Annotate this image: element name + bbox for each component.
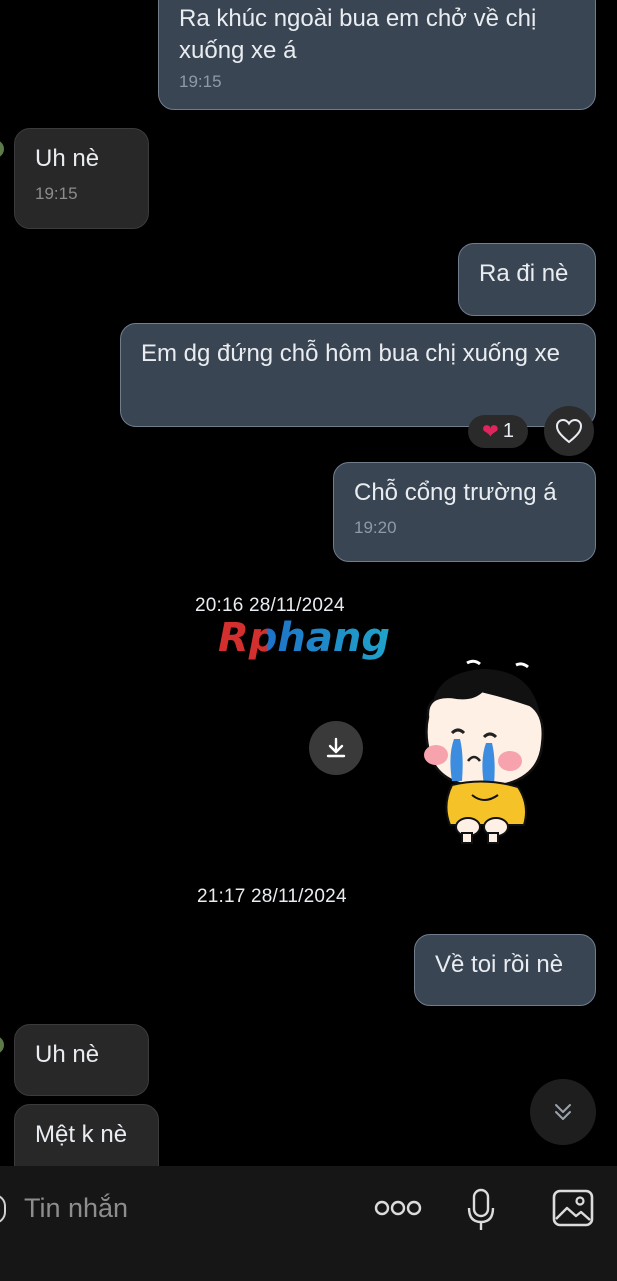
download-icon xyxy=(326,737,346,758)
microphone-button[interactable] xyxy=(466,1188,496,1232)
double-chevron-down-icon xyxy=(555,1104,571,1120)
message-text: Chỗ cổng trường á xyxy=(354,479,557,506)
message-time: 19:20 xyxy=(354,518,397,537)
gallery-button[interactable] xyxy=(552,1189,594,1227)
message-text: Em dg đứng chỗ hôm bua chị xuống xe xyxy=(141,340,560,367)
message-text: Ra khúc ngoài bua em chở về chị xuống xe… xyxy=(179,5,537,64)
more-dots-icon xyxy=(374,1200,422,1216)
message-text: Ra đi nè xyxy=(479,260,569,287)
message-bubble-outgoing[interactable]: Ra đi nè xyxy=(458,243,596,316)
avatar[interactable] xyxy=(0,1036,4,1054)
heart-emoji-icon: ❤ xyxy=(482,420,499,443)
message-text: Về toi rồi nè xyxy=(435,951,564,978)
scroll-to-bottom-button[interactable] xyxy=(530,1079,596,1145)
svg-text:Rphang: Rphang xyxy=(218,615,390,661)
message-bubble-outgoing[interactable]: Chỗ cổng trường á 19:20 xyxy=(333,462,596,562)
message-input[interactable]: Tin nhắn xyxy=(24,1193,128,1224)
message-bubble-incoming[interactable]: Uh nè 19:15 xyxy=(14,128,149,229)
date-separator: 21:17 28/11/2024 xyxy=(197,886,347,907)
reaction-badge[interactable]: ❤ 1 xyxy=(468,415,528,448)
message-bubble-outgoing[interactable]: Em dg đứng chỗ hôm bua chị xuống xe xyxy=(120,323,596,427)
more-button[interactable] xyxy=(372,1195,424,1221)
add-reaction-button[interactable] xyxy=(544,406,594,456)
heart-outline-icon xyxy=(555,418,583,444)
message-text: Uh nè xyxy=(35,1041,100,1068)
avatar[interactable] xyxy=(0,140,4,158)
watermark-logo: Rphang xyxy=(216,611,406,663)
message-time: 19:15 xyxy=(35,184,78,203)
message-text: Mệt k nè xyxy=(35,1121,128,1148)
download-button[interactable] xyxy=(309,721,363,775)
message-time: 19:15 xyxy=(179,72,222,91)
image-icon xyxy=(552,1189,594,1227)
reaction-count: 1 xyxy=(502,420,514,442)
message-bubble-incoming[interactable]: Uh nè xyxy=(14,1024,149,1096)
microphone-icon xyxy=(467,1188,495,1230)
crying-sticker[interactable] xyxy=(412,655,562,850)
message-text: Uh nè xyxy=(35,145,100,172)
message-bubble-outgoing[interactable]: Ra khúc ngoài bua em chở về chị xuống xe… xyxy=(158,0,596,110)
message-bubble-outgoing[interactable]: Về toi rồi nè xyxy=(414,934,596,1006)
